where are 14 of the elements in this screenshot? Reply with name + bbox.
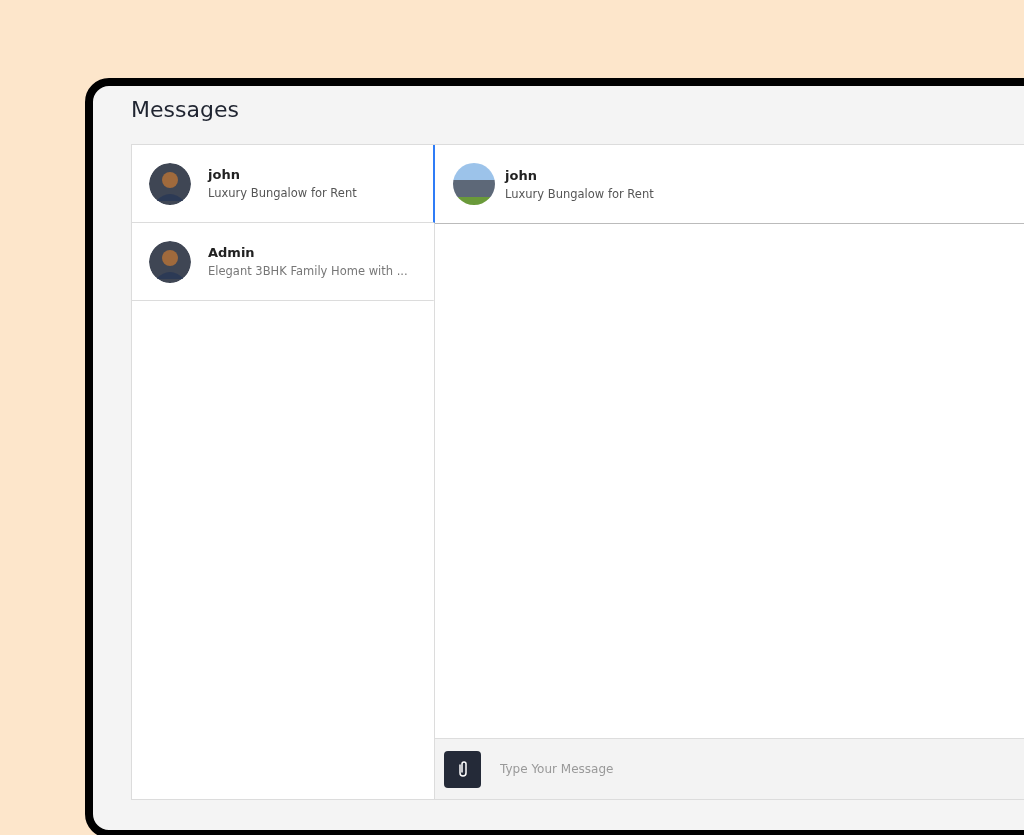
contact-name: Admin — [208, 245, 256, 260]
avatar-icon — [149, 162, 191, 205]
conversation-item[interactable]: john Luxury Bungalow for Rent — [132, 145, 435, 223]
contact-name: john — [505, 167, 538, 183]
photo-placeholder — [453, 163, 495, 205]
listing-title: Luxury Bungalow for Rent — [505, 186, 654, 201]
message-input[interactable]: Type Your Message — [498, 761, 802, 777]
attach-button[interactable] — [444, 750, 481, 788]
listing-title: Luxury Bungalow for Rent — [208, 186, 357, 200]
conversation-item[interactable]: Admin Elegant 3BHK Family Home with ... — [132, 223, 435, 301]
page-title: Messages — [131, 96, 240, 124]
listing-title: Elegant 3BHK Family Home with ... — [208, 264, 408, 278]
avatar-icon — [149, 240, 191, 283]
contact-name: john — [208, 167, 241, 182]
